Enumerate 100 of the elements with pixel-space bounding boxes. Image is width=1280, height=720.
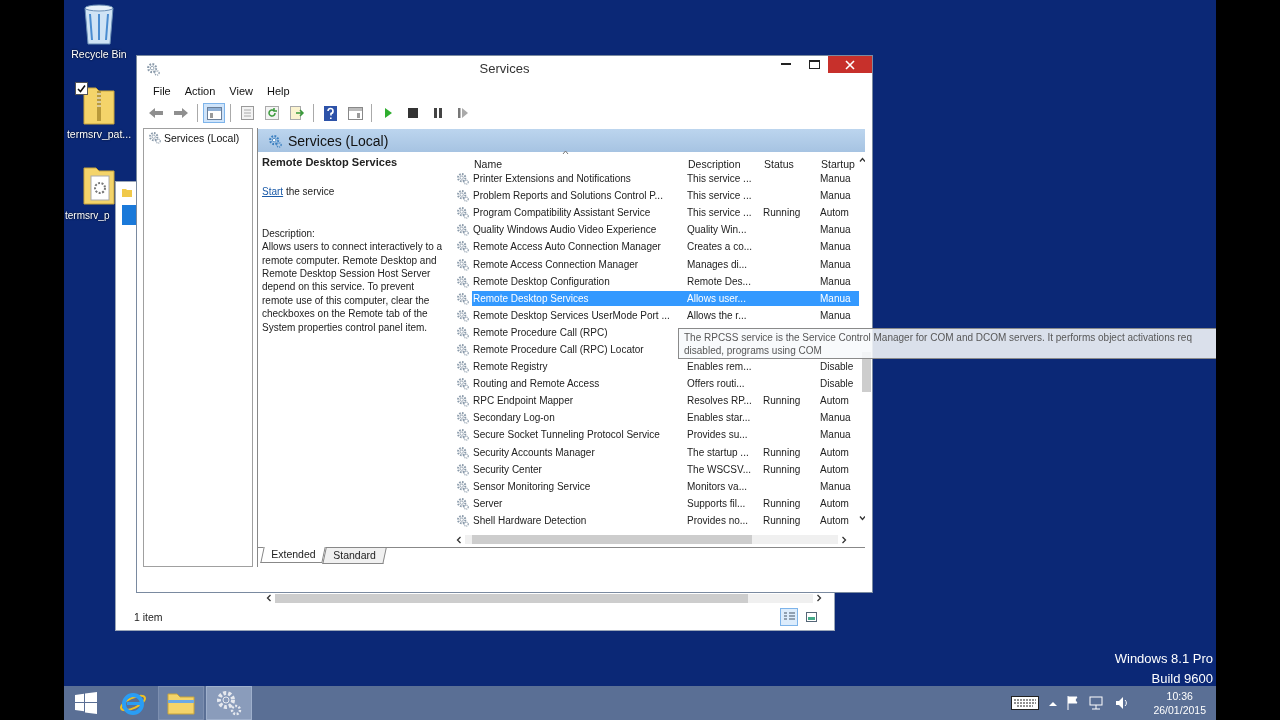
table-cell-text: Remote Desktop Configuration	[472, 275, 611, 287]
table-cell-text: Resolves RP...	[686, 395, 753, 407]
keyboard-icon	[1011, 696, 1040, 710]
status-text: 1 item	[134, 611, 163, 623]
tooltip-text: disabled, programs using COM	[684, 344, 823, 357]
table-cell-text: Shell Hardware Detection	[472, 514, 588, 526]
service-row[interactable]: Remote Desktop Services UserMode Port ... Allows the r... Manua	[472, 307, 859, 323]
table-cell-text: Manua	[819, 412, 852, 424]
table-cell-text: Autom	[819, 207, 850, 219]
service-row[interactable]: Printer Extensions and Notifications This service ... Manua	[472, 171, 859, 187]
table-cell-text: Autom	[819, 395, 850, 407]
browser-icon	[119, 690, 147, 716]
folder-icon	[122, 188, 132, 197]
table-cell-text: Program Compatibility Assistant Service	[472, 207, 652, 219]
gear-icon	[456, 206, 469, 220]
clock-date: 26/01/2015	[1153, 703, 1206, 717]
service-row[interactable]: Security Accounts Manager The startup ... Running Autom	[472, 444, 859, 460]
clock[interactable]: 10:36 26/01/2015	[1153, 689, 1206, 717]
menu-item[interactable]: Action	[178, 83, 222, 99]
taskbar-app-button[interactable]	[158, 686, 204, 720]
edition-text: Windows 8.1 Pro	[1114, 651, 1213, 666]
table-cell-text: Autom	[819, 497, 850, 509]
menu-item[interactable]: View	[223, 83, 259, 99]
service-row[interactable]: Security Center The WSCSV... Running Autom	[472, 461, 859, 477]
help-icon	[323, 105, 337, 121]
table-cell-text: Disable	[819, 361, 855, 373]
table-cell-text: Remote Registry	[472, 361, 549, 373]
gear-icon	[456, 360, 469, 374]
column-header[interactable]: Status	[762, 158, 819, 170]
service-row[interactable]: Secure Socket Tunneling Protocol Service Provides su... Manua	[472, 427, 859, 443]
desktop-icon-label[interactable]: Recycle Bin	[71, 48, 127, 60]
gear-icon	[456, 257, 469, 271]
service-row[interactable]: Remote Desktop Configuration Remote Des... Manua	[472, 273, 859, 289]
table-cell-text: This service ...	[686, 190, 753, 202]
service-row[interactable]: Remote Access Auto Connection Manager Creates a co... Manua	[472, 239, 859, 255]
table-cell-text: Running	[762, 463, 802, 475]
table-cell-text: The WSCSV...	[686, 463, 753, 475]
maximize-icon	[808, 60, 820, 69]
service-row[interactable]: Quality Windows Audio Video Experience Quality Win... Manua	[472, 222, 859, 238]
table-cell-text: Autom	[819, 446, 850, 458]
gear-icon	[456, 189, 469, 203]
service-row[interactable]: Server Supports fil... Running Autom	[472, 495, 859, 511]
export-icon	[289, 106, 305, 120]
tooltip-text: The RPCSS service is the Service Control Manager for COM and DCOM servers. It performs object activations req	[684, 331, 1193, 344]
console-tree-button[interactable]	[203, 103, 225, 123]
table-cell-text: Allows user...	[686, 292, 747, 304]
service-row[interactable]: Program Compatibility Assistant Service This service ... Running Autom	[472, 205, 859, 221]
service-row[interactable]: Problem Reports and Solutions Control P... This service ... Manua	[472, 188, 859, 204]
zip-folder-icon	[82, 84, 116, 126]
table-cell-text: Manua	[819, 241, 852, 253]
clock-time: 10:36	[1166, 689, 1193, 703]
play-icon	[383, 107, 393, 119]
column-header[interactable]: Startup	[819, 158, 859, 170]
start-link[interactable]: Start	[262, 186, 284, 198]
column-header[interactable]: Name	[472, 158, 686, 170]
table-cell-text: Secure Socket Tunneling Protocol Service	[472, 429, 661, 441]
close-button[interactable]	[828, 56, 872, 73]
service-row[interactable]: Remote Access Connection Manager Manages di... Manua	[472, 256, 859, 272]
service-row[interactable]: Sensor Monitoring Service Monitors va... Manua	[472, 478, 859, 494]
gear-icon	[456, 445, 469, 459]
gear-icon	[456, 240, 469, 254]
properties-icon	[240, 106, 254, 120]
menu-item[interactable]: File	[147, 83, 177, 99]
view-tab[interactable]: Standard	[322, 548, 387, 564]
app-icon	[146, 61, 160, 76]
caret-up-icon[interactable]	[1049, 700, 1058, 706]
table-cell-text: Supports fil...	[686, 497, 747, 509]
service-row[interactable]: RPC Endpoint Mapper Resolves RP... Running Autom	[472, 393, 859, 409]
desktop-icon-label[interactable]: termsrv_pat...	[66, 128, 132, 140]
desktop-icon-label[interactable]: termsrv_p	[65, 210, 110, 221]
gear-icon	[456, 274, 469, 288]
menu-item[interactable]: Help	[260, 83, 296, 99]
network-icon[interactable]	[1089, 696, 1106, 710]
table-cell-text: Quality Win...	[686, 224, 748, 236]
pane-title: Services (Local)	[288, 132, 389, 149]
table-cell-text: Printer Extensions and Notifications	[472, 173, 632, 185]
table-cell-text: This service ...	[686, 173, 753, 185]
service-row[interactable]: Routing and Remote Access Offers routi... Disable	[472, 376, 859, 392]
speaker-icon[interactable]	[1115, 696, 1130, 710]
service-row[interactable]: Secondary Log-on Enables star... Manua	[472, 410, 859, 426]
table-cell-text: Manua	[819, 224, 852, 236]
table-cell-text: This service ...	[686, 207, 753, 219]
nav-selection	[122, 205, 136, 225]
gear-icon	[456, 308, 469, 322]
table-cell-text: Manua	[819, 309, 852, 321]
tree-icon	[206, 106, 222, 120]
table-cell-text: Manua	[819, 292, 852, 304]
gear-icon	[456, 325, 469, 339]
selection-checkbox[interactable]	[74, 82, 88, 95]
service-row[interactable]: Remote Registry Enables rem... Disable	[472, 359, 859, 375]
scrollbar-thumb[interactable]	[472, 535, 753, 544]
flag-icon[interactable]	[1067, 696, 1080, 710]
pause-icon	[433, 108, 443, 118]
column-header[interactable]: Description	[686, 158, 762, 170]
tree-item[interactable]: Services (Local)	[164, 131, 240, 144]
view-tab[interactable]: Extended	[260, 547, 327, 563]
windows-logo-icon	[75, 692, 97, 714]
service-row[interactable]: Shell Hardware Detection Provides no... Running Autom	[472, 512, 859, 528]
back-icon	[148, 107, 164, 119]
services-icon	[268, 133, 282, 148]
